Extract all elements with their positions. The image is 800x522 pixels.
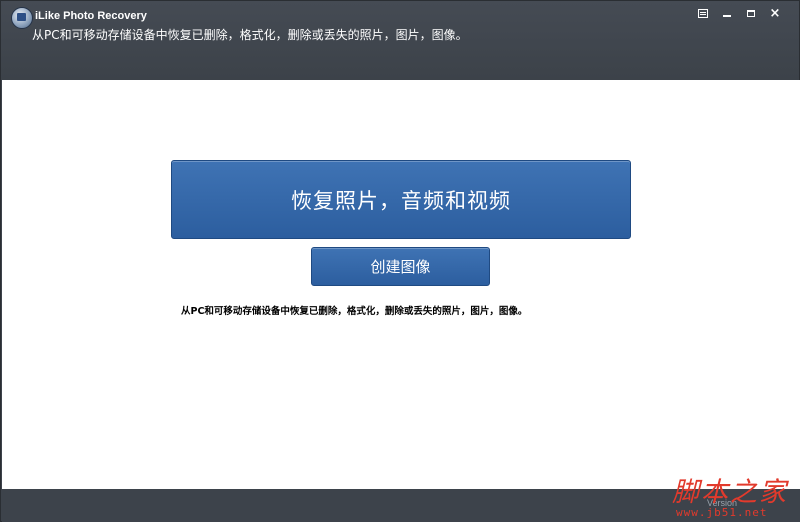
app-logo-icon <box>11 7 33 29</box>
menu-icon <box>698 8 708 18</box>
main-content: 恢复照片，音频和视频 创建图像 从PC和可移动存储设备中恢复已删除，格式化，删除… <box>2 80 800 489</box>
close-icon: × <box>769 5 781 21</box>
app-subtitle: 从PC和可移动存储设备中恢复已删除，格式化，删除或丢失的照片，图片，图像。 <box>32 28 468 42</box>
description-text: 从PC和可移动存储设备中恢复已删除，格式化，删除或丢失的照片，图片，图像。 <box>181 306 528 317</box>
watermark: 脚本之家 www.jb51.net <box>672 470 798 520</box>
app-title: iLike Photo Recovery <box>35 10 147 22</box>
menu-button[interactable] <box>693 5 713 21</box>
close-button[interactable]: × <box>765 5 785 21</box>
create-image-button[interactable]: 创建图像 <box>311 247 490 286</box>
title-bar[interactable]: iLike Photo Recovery 从PC和可移动存储设备中恢复已删除，格… <box>1 1 799 80</box>
app-window: iLike Photo Recovery 从PC和可移动存储设备中恢复已删除，格… <box>0 0 800 522</box>
minimize-icon <box>723 15 731 17</box>
watermark-text: 脚本之家 <box>672 477 788 508</box>
minimize-button[interactable] <box>717 5 737 21</box>
maximize-button[interactable] <box>741 5 761 21</box>
recover-media-button[interactable]: 恢复照片，音频和视频 <box>171 160 631 239</box>
maximize-icon <box>747 9 755 17</box>
watermark-url: www.jb51.net <box>676 506 768 519</box>
window-controls: × <box>693 5 785 21</box>
